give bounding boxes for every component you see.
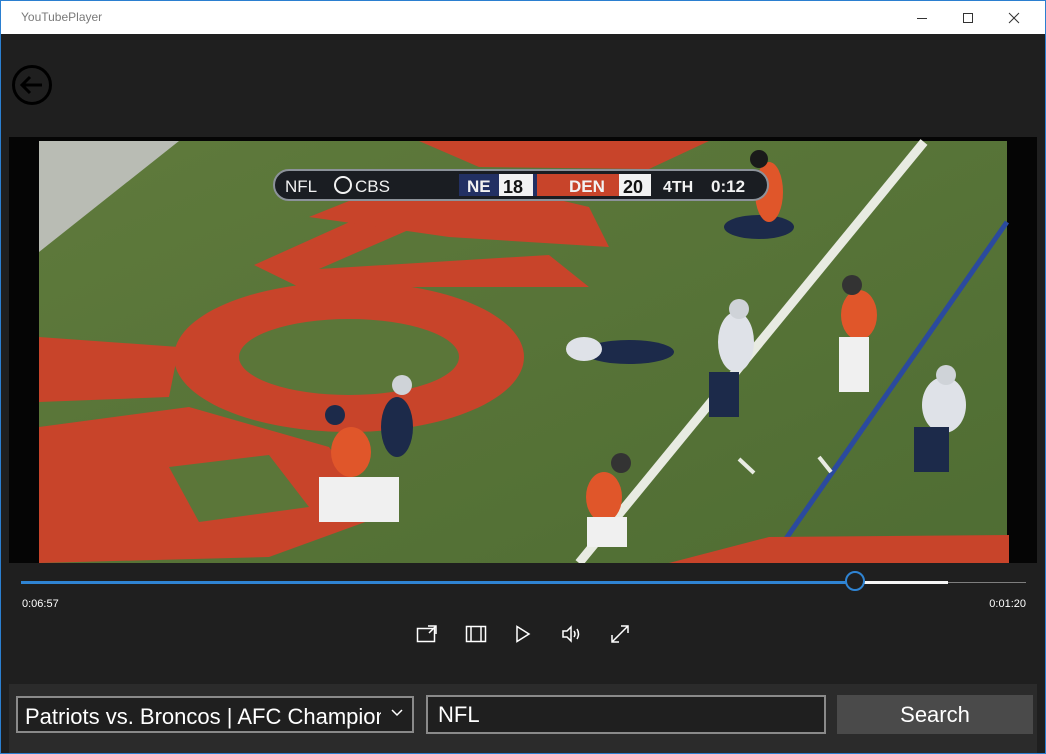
progress-played[interactable] — [21, 581, 856, 584]
fullscreen-icon — [611, 625, 629, 643]
search-input[interactable] — [426, 695, 826, 734]
play-button[interactable] — [509, 620, 537, 648]
scorebug: NFL CBS NE 18 DEN 20 4TH 0:12 — [273, 169, 769, 201]
volume-button[interactable] — [558, 620, 586, 648]
progress-remaining[interactable] — [948, 582, 1026, 583]
elapsed-time: 0:06:57 — [22, 598, 59, 610]
app-bar — [9, 34, 1037, 137]
cast-button[interactable] — [413, 620, 441, 648]
maximize-button[interactable] — [945, 1, 991, 34]
back-button[interactable] — [12, 65, 52, 105]
scorebug-away-score: 18 — [503, 177, 523, 197]
scorebug-quarter: 4TH — [663, 179, 693, 196]
aspect-ratio-icon — [465, 625, 487, 643]
volume-icon — [562, 625, 580, 643]
scorebug-away-team: NE — [467, 177, 491, 196]
video-select-value: Patriots vs. Broncos | AFC Championship — [25, 704, 381, 729]
scorebug-clock: 0:12 — [711, 177, 745, 196]
seek-thumb[interactable] — [845, 571, 865, 591]
back-arrow-icon — [12, 65, 52, 105]
close-icon — [1008, 12, 1020, 23]
aspect-ratio-button[interactable] — [462, 620, 490, 648]
media-controls: 0:06:57 0:01:20 — [9, 563, 1037, 684]
scorebug-home-team: DEN — [569, 177, 605, 196]
app-window: YouTubePlayer NFL CBS NE 18 DEN 20 4TH 0… — [1, 1, 1045, 753]
close-button[interactable] — [991, 1, 1037, 34]
video-frame[interactable]: NFL CBS NE 18 DEN 20 4TH 0:12 — [9, 137, 1037, 563]
fullscreen-button[interactable] — [606, 620, 634, 648]
scorebug-network: NFL — [285, 177, 317, 196]
cast-icon — [416, 625, 437, 643]
scorebug-broadcaster: CBS — [355, 177, 390, 196]
window-edge — [1037, 34, 1045, 753]
maximize-icon — [963, 12, 973, 23]
progress-buffered[interactable] — [856, 581, 948, 584]
title-bar: YouTubePlayer — [1, 1, 1045, 34]
window-title: YouTubePlayer — [21, 10, 103, 24]
chevron-down-icon — [391, 709, 403, 717]
minimize-button[interactable] — [899, 1, 945, 34]
scorebug-home-score: 20 — [623, 177, 643, 197]
minimize-icon — [917, 17, 927, 19]
video-select[interactable]: Patriots vs. Broncos | AFC Championship — [16, 696, 414, 733]
search-button[interactable]: Search — [837, 695, 1033, 734]
remaining-time: 0:01:20 — [989, 598, 1026, 610]
play-icon — [516, 625, 531, 643]
video-content: NFL CBS NE 18 DEN 20 4TH 0:12 — [39, 139, 1010, 563]
bottom-bar: Patriots vs. Broncos | AFC Championship … — [9, 684, 1037, 753]
